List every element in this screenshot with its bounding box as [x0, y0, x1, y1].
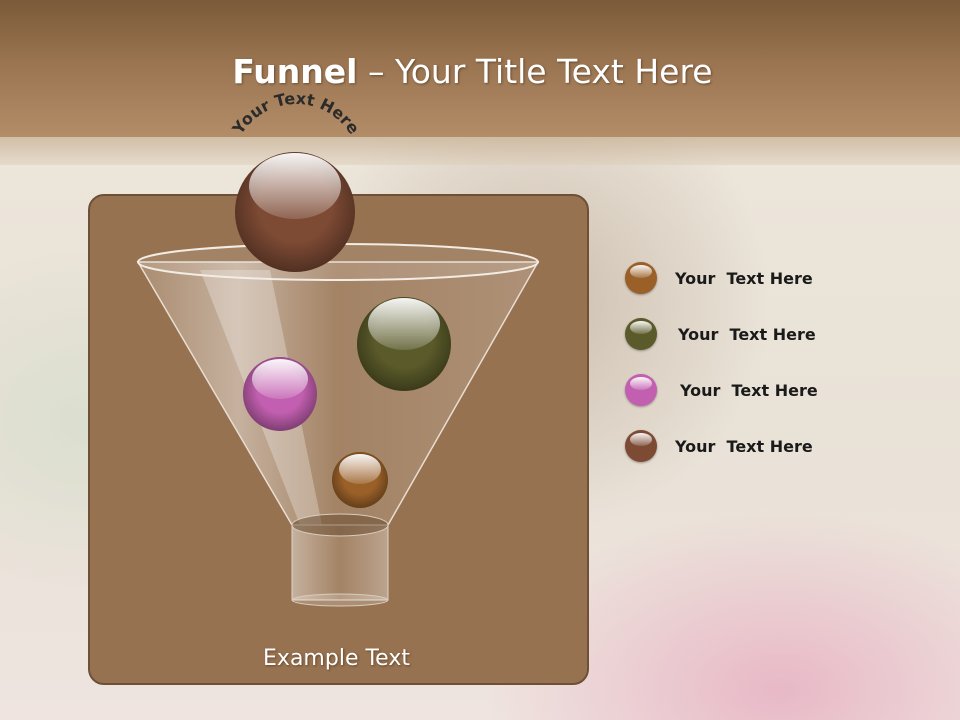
bullet-ball-icon	[625, 318, 657, 350]
bullet-ball-icon	[625, 374, 657, 406]
arc-label-text: Your Text Here	[228, 89, 364, 138]
legend-label: Your Text Here	[675, 269, 813, 288]
legend-label: Your Text Here	[680, 381, 818, 400]
funnel-tube-bottom	[291, 593, 389, 607]
funnel-tube-top	[291, 513, 389, 537]
legend-label: Your Text Here	[675, 437, 813, 456]
top-ball	[235, 152, 355, 272]
legend-item-3: Your Text Here	[625, 374, 825, 410]
legend-item-4: Your Text Here	[625, 430, 825, 466]
green-ball	[357, 297, 451, 391]
legend-label: Your Text Here	[678, 325, 816, 344]
funnel-diagram: Your Text Here	[136, 89, 540, 607]
example-text: Example Text	[263, 646, 410, 671]
legend-item-2: Your Text Here	[625, 318, 825, 354]
bullet-ball-icon	[625, 430, 657, 462]
legend-item-1: Your Text Here	[625, 262, 825, 298]
arc-label: Your Text Here	[228, 89, 364, 138]
orange-ball	[332, 452, 388, 508]
pink-ball	[243, 357, 317, 431]
bullet-ball-icon	[625, 262, 657, 294]
